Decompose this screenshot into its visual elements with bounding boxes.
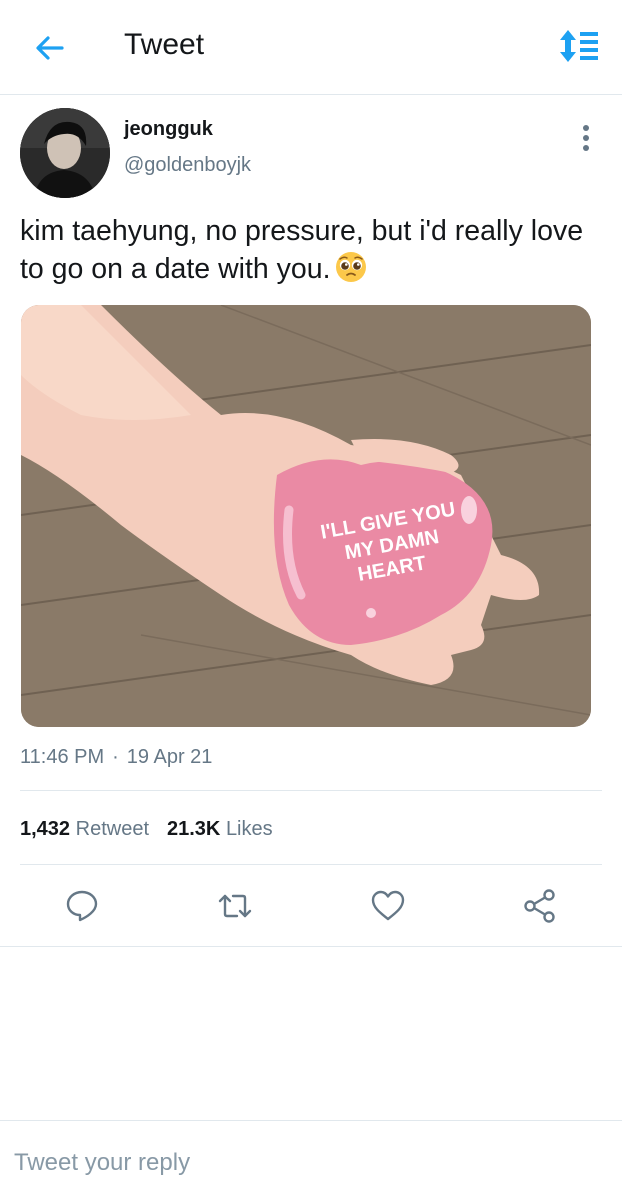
- author-display-name[interactable]: jeongguk: [124, 118, 213, 141]
- avatar[interactable]: [20, 108, 110, 198]
- divider: [20, 790, 602, 791]
- tweet-text-content: kim taehyung, no pressure, but i'd reall…: [20, 215, 584, 285]
- more-vertical-icon: [583, 125, 589, 151]
- likes-stat[interactable]: 21.3K Likes: [167, 818, 273, 840]
- retweet-icon: [218, 894, 252, 918]
- back-button[interactable]: [32, 30, 68, 66]
- pleading-face-emoji: [335, 252, 366, 282]
- avatar-photo: [20, 108, 110, 198]
- page-title: Tweet: [124, 28, 205, 61]
- like-button[interactable]: [370, 888, 406, 924]
- share-icon: [524, 889, 555, 923]
- tweet-text: kim taehyung, no pressure, but i'd reall…: [20, 212, 605, 288]
- reply-input[interactable]: [14, 1146, 604, 1180]
- reply-button[interactable]: [64, 888, 100, 924]
- more-options-button[interactable]: [574, 122, 598, 154]
- heart-in-hand-illustration: I'LL GIVE YOU MY DAMN HEART: [21, 305, 591, 727]
- tweet-timestamp: 11:46 PM · 19 Apr 21: [20, 746, 212, 769]
- tweet-stats: 1,432 Retweet 21.3K Likes: [20, 818, 273, 841]
- top-bar: Tweet: [0, 0, 622, 95]
- sort-toggle-icon: [560, 30, 598, 62]
- reply-icon: [66, 890, 98, 922]
- retweets-stat[interactable]: 1,432 Retweet: [20, 818, 149, 840]
- divider: [20, 864, 602, 865]
- author-handle[interactable]: @goldenboyjk: [124, 154, 251, 177]
- likes-count: 21.3K: [167, 818, 221, 840]
- retweets-count: 1,432: [20, 818, 71, 840]
- likes-label: Likes: [225, 818, 273, 840]
- sort-button[interactable]: [556, 28, 604, 64]
- share-button[interactable]: [522, 888, 558, 924]
- tweet-date: 19 Apr 21: [126, 746, 213, 768]
- tweet-image[interactable]: I'LL GIVE YOU MY DAMN HEART: [21, 305, 591, 727]
- retweet-button[interactable]: [217, 888, 253, 924]
- like-icon: [371, 890, 405, 921]
- retweets-label: Retweet: [75, 818, 149, 840]
- meta-separator: ·: [112, 746, 119, 768]
- divider: [0, 946, 622, 947]
- tweet-time: 11:46 PM: [20, 746, 105, 768]
- arrow-left-icon: [36, 36, 64, 60]
